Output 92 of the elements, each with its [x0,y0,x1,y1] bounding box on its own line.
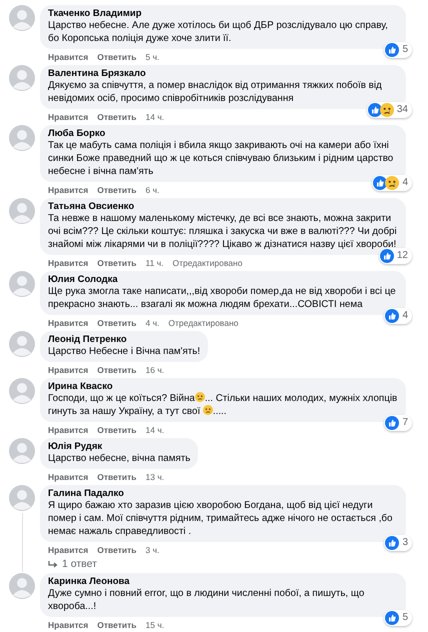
comment-action-link[interactable]: Нравится [48,365,88,375]
reaction-count: 5 [402,612,408,624]
comment-time[interactable]: 5 ч. [146,52,160,62]
comment-time[interactable]: 14 ч. [146,112,164,122]
comment-time[interactable]: 11 ч. [146,258,164,268]
comment-time[interactable]: 4 ч. [146,318,160,328]
like-icon [385,416,400,430]
author-name[interactable]: Татьяна Овсиенко [48,201,398,212]
avatar[interactable] [9,5,35,31]
comment-time[interactable]: 13 ч. [146,472,164,482]
author-name[interactable]: Леонід Петренко [48,334,200,345]
reply-arrow-icon [48,560,58,568]
comment-action-link[interactable]: Ответить [97,52,137,62]
comment-action-link[interactable]: Ответить [97,545,137,555]
avatar[interactable] [9,331,35,357]
comment-action-link[interactable]: Ответить [97,620,137,630]
comment-action-link[interactable]: Ответить [97,112,137,122]
comment-action-link[interactable]: Нравится [48,52,88,62]
replies-link[interactable]: 1 ответ [40,557,97,572]
reaction-count: 4 [402,310,408,322]
comment-text: Та невже в нашому маленькому містечку, де всі все знають, можна закрити очі всім??? Це скільки коштує: пляшка і закуска чи вже в валюті??? Чи добрі знайомі між лікарями чи в поліції???? Цікаво ж дізнатися назву цієї хвороби! [48,212,398,251]
comment-text: Так це мабуть сама поліція і вбила якщо закривають очі на камери або їхні синки Боже праведний що ж це коться співчуваю близьким і рідним царство небесне і вічна пам'ять [48,139,394,178]
reaction-badge[interactable]: 5 [384,42,412,58]
author-name[interactable]: Ткаченко Владимир [48,8,398,19]
reaction-badge[interactable]: 4 [372,175,412,191]
comment-text: Дуже сумно і повний error, що в людини численні побої, а пишуть, що хвороба...! [48,587,366,613]
sad-emoji-icon [380,103,394,117]
comment-action-link[interactable]: Ответить [97,425,137,435]
author-name[interactable]: Каринка Леонова [48,576,398,587]
reaction-count: 12 [396,250,408,262]
author-name[interactable]: Ирина Кваско [48,381,398,392]
reaction-count: 4 [402,177,408,189]
comment-action-link[interactable]: Нравится [48,318,88,328]
comment-action-link[interactable]: Нравится [48,472,88,482]
like-icon [368,103,382,117]
author-name[interactable]: Юлия Солодка [48,274,398,285]
comment-action-link[interactable]: Нравится [48,545,88,555]
edited-label: Отредактировано [168,318,238,328]
reaction-count: 34 [396,104,408,116]
comment-text: Царство Небесне і Вічна пам'ять! [48,345,200,358]
avatar[interactable] [9,438,35,464]
reaction-badge[interactable]: 5 [384,610,412,626]
comment-action-link[interactable]: Ответить [97,365,137,375]
like-icon [373,176,388,190]
avatar[interactable] [9,65,35,91]
comment-time[interactable]: 14 ч. [146,425,164,435]
comment-action-link[interactable]: Нравится [48,258,88,268]
author-name[interactable]: Юлія Рудяк [48,441,190,452]
reaction-count: 7 [402,417,408,429]
comment-action-link[interactable]: Ответить [97,318,137,328]
reaction-count: 5 [402,44,408,56]
avatar[interactable] [9,573,35,599]
comment-text: Царство небесне, вічна память [48,452,190,465]
avatar[interactable] [9,198,35,224]
reaction-count: 3 [402,537,408,549]
sad-emoji-icon [194,392,205,402]
comment-time[interactable]: 15 ч. [146,620,164,630]
comment-time[interactable]: 16 ч. [146,365,164,375]
comment-action-link[interactable]: Ответить [97,472,137,482]
author-name[interactable]: Валентина Брязкало [48,68,398,79]
comment-action-link[interactable]: Ответить [97,185,137,195]
like-icon [380,249,394,263]
author-name[interactable]: Люба Борко [48,128,398,139]
comment-action-link[interactable]: Нравится [48,185,88,195]
comment-text: Я щиро бажаю хто заразив цією хворобою Богдана, щоб від цієї недуги помер і сам. Мої співчуття рідним, тримайтесь адже нічого не остається ,бо немає нажаль справедливості . [48,499,394,538]
reaction-badge[interactable]: 34 [366,102,412,118]
comment-time[interactable]: 3 ч. [146,545,160,555]
reaction-badge[interactable]: 4 [384,308,412,324]
sad-emoji-icon [202,405,213,415]
like-icon [385,536,400,550]
comment-action-link[interactable]: Нравится [48,620,88,630]
like-icon [385,309,400,323]
edited-label: Отредактировано [172,258,242,268]
reaction-badge[interactable]: 12 [378,248,412,264]
comment-time[interactable]: 6 ч. [146,185,160,195]
sad-emoji-icon [385,176,400,190]
comment-text: Дякуємо за співчуття, а помер внаслідок від отримання тяжких побоїв від невідомих осіб, просимо співробітників розслідування [48,79,383,105]
comment-action-link[interactable]: Нравится [48,425,88,435]
avatar[interactable] [9,485,35,511]
comment-action-link[interactable]: Нравится [48,112,88,122]
author-name[interactable]: Галина Падалко [48,488,398,499]
comment-text: Ще рука змогла таке написати,,,від хвороби помер,да не від хвороби і всі це прекрасно знають... взагалі як можна людям брехати...СОВІСТІ нема [48,285,397,311]
like-icon [385,611,400,625]
comment-action-link[interactable]: Ответить [97,258,137,268]
comment-text: Господи, що ж це коїться? Війна ... Стільки наших молодих, мужніх хлопців гинуть за нашу Україну, а тут свої ..... [48,392,398,418]
avatar[interactable] [9,125,35,151]
like-icon [385,43,400,57]
reaction-badge[interactable]: 3 [384,535,412,551]
comment-text: Царство небесне. Але дуже хотілось би щоб ДБР розслідувало цю справу, бо Коропська поліція дуже хоче злити її. [48,19,389,45]
reaction-badge[interactable]: 7 [384,415,412,431]
avatar[interactable] [9,271,35,297]
avatar[interactable] [9,378,35,404]
